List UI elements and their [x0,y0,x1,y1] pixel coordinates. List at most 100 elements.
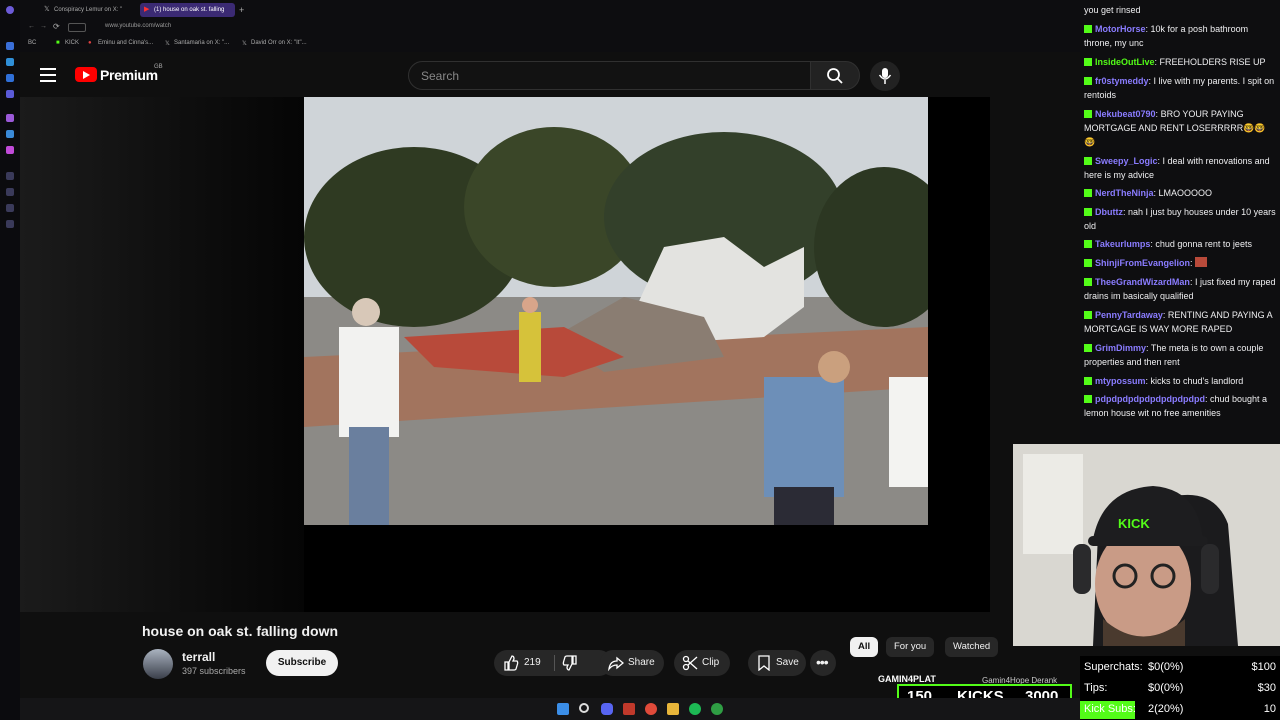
more-actions-button[interactable]: ••• [810,650,836,676]
bookmark-icon [758,655,770,671]
video-title: house on oak st. falling down [142,623,339,639]
hamburger-menu-icon[interactable] [40,68,56,82]
tab-label: (1) house on oak st. falling [154,7,225,13]
url-field[interactable]: www.youtube.com/watch [105,23,171,29]
chat-username[interactable]: fr0stymeddy [1095,76,1149,86]
browser-sidebar [0,0,20,720]
kick-badge-icon [1084,157,1092,165]
kick-badge-icon [1084,278,1092,286]
discord-icon[interactable] [601,703,613,715]
sidebar-app-icon[interactable] [6,220,14,228]
sidebar-app-icon[interactable] [6,42,14,50]
like-count[interactable]: 219 [524,650,541,676]
windows-start-icon[interactable] [557,703,569,715]
youtube-logo-icon[interactable] [75,67,97,82]
bookmark-item[interactable]: KICK [65,40,79,46]
chat-username[interactable]: Dbuttz [1095,207,1123,217]
youtube-page: Premium GB Search house on oak st. falli… [20,52,1080,720]
new-tab-button[interactable]: + [236,3,250,17]
chat-message: GrimDimmy: The meta is to own a couple p… [1084,343,1264,367]
kicks-top-user: GAMIN4PLAT [878,674,936,684]
chat-message: fr0stymeddy: I live with my parents. I s… [1084,76,1275,100]
sidebar-app-icon[interactable] [6,130,14,138]
xbox-icon[interactable] [711,703,723,715]
folder-icon[interactable] [667,703,679,715]
search-input[interactable] [409,62,810,89]
more-horizontal-icon: ••• [816,654,829,670]
browser-logo-icon[interactable] [6,6,14,14]
thumbs-up-icon[interactable] [503,655,519,671]
chrome-icon[interactable] [645,703,657,715]
chat-username[interactable]: mtypossum [1095,376,1146,386]
stat-row-tips: Tips: $0(0%) $30 [1084,678,1276,698]
bookmark-item[interactable]: David Orr on X: "It"... [251,40,307,46]
microphone-icon [878,68,892,84]
subscriber-count: 397 subscribers [182,666,246,676]
chat-message: ShinjiFromEvangelion: [1084,256,1276,270]
clip-button[interactable]: Clip [674,650,730,676]
kick-badge-icon [1084,77,1092,85]
chat-message: NerdTheNinja: LMAOOOOO [1084,186,1276,200]
kick-badge-icon [1084,208,1092,216]
chat-message: InsideOutLive: FREEHOLDERS RISE UP [1084,55,1276,69]
chat-username[interactable]: PennyTardaway [1095,310,1163,320]
kick-badge-icon [1084,240,1092,248]
search-icon[interactable] [579,703,589,713]
sidebar-app-icon[interactable] [6,58,14,66]
sidebar-app-icon[interactable] [6,204,14,212]
chat-username[interactable]: Nekubeat0790 [1095,109,1156,119]
chat-username[interactable]: InsideOutLive [1095,57,1155,67]
share-icon [608,656,624,671]
subscribe-button[interactable]: Subscribe [266,650,338,676]
sidebar-app-icon[interactable] [6,114,14,122]
vpn-badge[interactable] [68,23,86,32]
scissors-icon [682,655,698,671]
chat-username[interactable]: Takeurlumps [1095,239,1150,249]
chip-all[interactable]: All [850,637,879,657]
chat-username[interactable]: pdpdpdpdpdpdpdpdpdpd [1095,394,1205,404]
sidebar-app-icon[interactable] [6,172,14,180]
chat-message: PennyTardaway: RENTING AND PAYING A MORT… [1084,310,1273,334]
sidebar-app-icon[interactable] [6,90,14,98]
chip-watched[interactable]: Watched [945,637,999,657]
chat-username[interactable]: GrimDimmy [1095,343,1146,353]
share-button[interactable]: Share [600,650,664,676]
chat-username[interactable]: NerdTheNinja [1095,188,1154,198]
spotify-icon[interactable] [689,703,701,715]
kick-badge-icon [1084,344,1092,352]
chat-message-text: kicks to chud's landlord [1150,376,1244,386]
bookmark-item[interactable]: Eminu and Cinna's... [98,40,153,46]
thumbs-down-icon[interactable] [562,655,578,671]
forward-icon[interactable]: → [40,23,47,30]
sidebar-app-icon[interactable] [6,146,14,154]
video-frame[interactable] [304,97,928,525]
back-icon[interactable]: ← [28,23,35,30]
channel-name[interactable]: terrall [182,650,215,664]
youtube-premium-wordmark[interactable]: Premium [100,67,158,83]
chat-username[interactable]: MotorHorse [1095,24,1146,34]
video-player[interactable] [20,97,990,612]
save-label: Save [776,657,799,668]
record-app-icon[interactable] [623,703,635,715]
bookmark-item[interactable]: Santamaria on X: "... [174,40,229,46]
like-divider [554,655,555,671]
search-button[interactable] [810,61,860,90]
reload-icon[interactable]: ⟳ [53,22,60,31]
chat-username[interactable]: Sweepy_Logic [1095,156,1158,166]
tab-youtube-video[interactable]: ▶ (1) house on oak st. falling [140,3,235,17]
chat-message-text: FREEHOLDERS RISE UP [1159,57,1266,67]
sidebar-app-icon[interactable] [6,188,14,196]
search-icon [827,68,843,84]
save-button[interactable]: Save [748,650,806,676]
kick-badge-icon [1084,110,1092,118]
kick-badge-icon [1084,25,1092,33]
chat-username[interactable]: ShinjiFromEvangelion [1095,258,1190,268]
chat-message: MotorHorse: 10k for a posh bathroom thro… [1084,24,1249,48]
voice-search-button[interactable] [870,61,900,91]
chat-username[interactable]: TheeGrandWizardMan [1095,277,1190,287]
tab-conspiracy-lemur[interactable]: 𝕏 Conspiracy Lemur on X: " [40,3,135,17]
channel-avatar[interactable] [143,649,173,679]
chip-for-you[interactable]: For you [886,637,935,657]
bookmark-item[interactable]: BC [28,40,36,46]
sidebar-app-icon[interactable] [6,74,14,82]
